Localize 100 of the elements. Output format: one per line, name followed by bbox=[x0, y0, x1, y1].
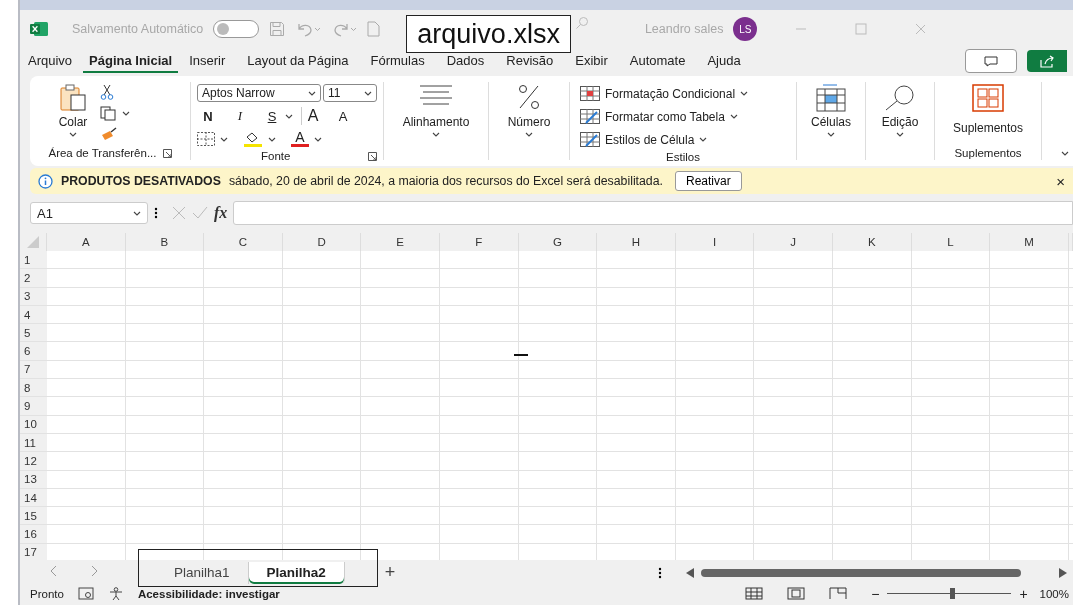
column-header[interactable]: I bbox=[675, 233, 755, 251]
info-bar-message: sábado, 20 de abril de 2024, a maioria dos recursos do Excel será desabilitada. bbox=[228, 174, 663, 188]
column-header[interactable]: A bbox=[47, 233, 126, 251]
copy-icon[interactable] bbox=[100, 106, 116, 121]
dialog-launcher-icon[interactable] bbox=[368, 151, 377, 161]
menu-tab[interactable]: Ajuda bbox=[696, 49, 752, 73]
add-ins-button[interactable]: Suplementos bbox=[952, 82, 1023, 135]
menu-tab[interactable]: Inserir bbox=[178, 49, 237, 73]
column-header[interactable]: B bbox=[125, 233, 205, 251]
row-header[interactable]: 8 bbox=[20, 379, 47, 398]
column-header[interactable]: J bbox=[754, 233, 833, 251]
row-header[interactable]: 9 bbox=[20, 397, 47, 416]
share-button[interactable] bbox=[1027, 50, 1067, 72]
insert-function-button[interactable]: fx bbox=[214, 204, 228, 222]
formula-input[interactable] bbox=[233, 201, 1073, 225]
column-header[interactable]: F bbox=[439, 233, 519, 251]
zoom-percentage[interactable]: 100% bbox=[1039, 587, 1069, 600]
cut-icon[interactable] bbox=[100, 84, 114, 100]
dialog-launcher-icon[interactable] bbox=[162, 148, 172, 158]
page-break-view-icon[interactable] bbox=[829, 587, 848, 600]
column-header[interactable]: H bbox=[597, 233, 676, 251]
column-header[interactable]: M bbox=[990, 233, 1069, 251]
align-icon bbox=[419, 84, 453, 106]
horizontal-scrollbar[interactable] bbox=[684, 565, 1069, 580]
chevron-left-icon bbox=[49, 565, 57, 577]
table-style-icon bbox=[580, 132, 600, 147]
decrease-font-button[interactable]: A bbox=[332, 108, 354, 124]
reactivate-button[interactable]: Reativar bbox=[674, 171, 742, 191]
font-name-dropdown[interactable]: Aptos Narrow bbox=[197, 84, 321, 102]
font-color-button[interactable]: A bbox=[291, 131, 309, 147]
row-header[interactable]: 15 bbox=[20, 507, 47, 526]
styles-menu-item[interactable]: Formatação Condicional bbox=[580, 82, 749, 105]
row-header[interactable]: 2 bbox=[20, 269, 47, 288]
cursor-icon bbox=[514, 354, 528, 356]
autosave-label: Salvamento Automático bbox=[72, 22, 204, 36]
column-header[interactable]: E bbox=[361, 233, 440, 251]
fill-color-icon[interactable] bbox=[243, 131, 263, 147]
menu-tab[interactable]: Arquivo bbox=[28, 49, 84, 73]
menu-tab[interactable]: Página Inicial bbox=[83, 49, 179, 73]
cells-icon bbox=[814, 84, 848, 112]
user-name: Leandro sales bbox=[644, 22, 724, 36]
file-name-label: arquivo.xlsx bbox=[406, 15, 571, 53]
alignment-button[interactable]: Alinhamento bbox=[402, 82, 470, 137]
group-label: Área de Transferên... bbox=[48, 147, 157, 159]
column-header[interactable]: L bbox=[911, 233, 991, 251]
font-size-dropdown[interactable]: 11 bbox=[323, 84, 377, 102]
group-label: Fonte bbox=[261, 150, 291, 162]
accessibility-icon[interactable] bbox=[107, 586, 124, 601]
row-header[interactable]: 12 bbox=[20, 452, 47, 471]
percent-icon bbox=[518, 84, 540, 110]
increase-font-button[interactable]: A bbox=[301, 107, 324, 125]
sheet-tab[interactable]: Planilha2 bbox=[248, 561, 345, 584]
styles-menu-item[interactable]: Estilos de Célula bbox=[580, 128, 708, 151]
caret-icon bbox=[122, 111, 130, 116]
column-header[interactable]: K bbox=[832, 233, 912, 251]
bold-button[interactable]: N bbox=[197, 108, 219, 124]
italic-button[interactable]: I bbox=[229, 108, 251, 124]
name-box[interactable]: A1 bbox=[30, 202, 148, 224]
borders-icon[interactable] bbox=[197, 132, 215, 146]
table-style-icon bbox=[580, 86, 600, 101]
sheet-tab[interactable]: Planilha1 bbox=[156, 561, 249, 584]
zoom-out-button[interactable]: − bbox=[871, 585, 880, 602]
format-painter-icon[interactable] bbox=[100, 127, 118, 141]
comments-button[interactable] bbox=[965, 49, 1017, 73]
column-header[interactable]: D bbox=[282, 233, 362, 251]
caret-icon bbox=[314, 136, 322, 142]
comment-icon bbox=[984, 55, 998, 67]
row-header[interactable]: 16 bbox=[20, 525, 47, 544]
paste-button[interactable]: Colar bbox=[58, 82, 88, 137]
group-label: Estilos bbox=[666, 151, 700, 163]
user-avatar[interactable]: LS bbox=[733, 17, 758, 41]
row-header[interactable]: 1 bbox=[20, 251, 47, 270]
menu-tab[interactable]: Layout da Página bbox=[236, 49, 360, 73]
accessibility-status[interactable]: Acessibilidade: investigar bbox=[137, 587, 280, 600]
close-info-bar-button[interactable]: × bbox=[1056, 172, 1065, 190]
cells-button[interactable]: Células bbox=[811, 82, 851, 137]
underline-button[interactable]: S bbox=[261, 108, 283, 124]
add-sheet-button[interactable]: + bbox=[384, 562, 396, 583]
caret-icon bbox=[729, 114, 738, 119]
column-header[interactable]: C bbox=[204, 233, 283, 251]
zoom-slider-thumb[interactable] bbox=[949, 588, 955, 599]
page-layout-view-icon[interactable] bbox=[787, 587, 806, 600]
macro-recording-icon[interactable] bbox=[77, 587, 94, 600]
row-header[interactable]: 6 bbox=[20, 342, 47, 361]
row-header[interactable]: 5 bbox=[20, 324, 47, 343]
normal-view-icon[interactable] bbox=[745, 587, 764, 600]
editing-button[interactable]: Edição bbox=[881, 82, 919, 137]
column-header[interactable]: G bbox=[518, 233, 598, 251]
excel-logo-icon bbox=[30, 22, 48, 36]
number-format-button[interactable]: Número bbox=[507, 82, 551, 137]
caret-icon bbox=[133, 210, 141, 216]
caret-icon bbox=[896, 132, 904, 137]
more-icon[interactable] bbox=[658, 566, 662, 579]
styles-menu-item[interactable]: Formatar como Tabela bbox=[580, 105, 738, 128]
more-icon[interactable] bbox=[154, 207, 158, 219]
zoom-in-button[interactable]: + bbox=[1019, 585, 1028, 602]
menu-tab[interactable]: Automate bbox=[618, 49, 697, 73]
table-style-icon bbox=[580, 109, 600, 124]
caret-icon bbox=[308, 90, 316, 96]
autosave-toggle[interactable] bbox=[213, 20, 260, 38]
